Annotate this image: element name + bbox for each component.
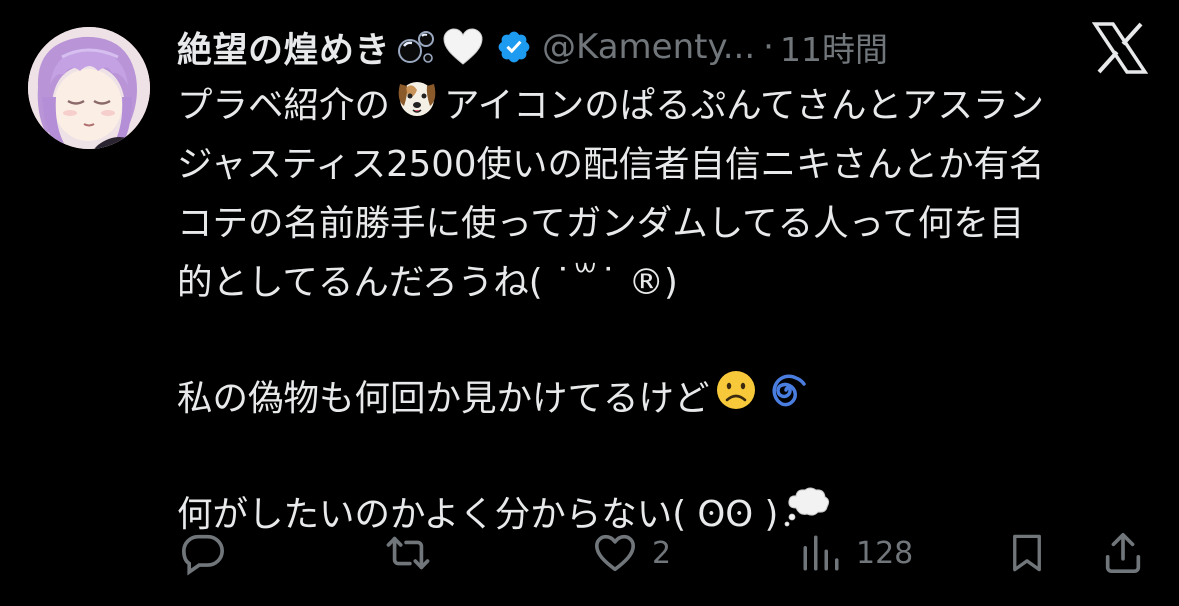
- views-button[interactable]: 128: [800, 525, 913, 581]
- tweet-card[interactable]: 絶望の煌めき @Kamenty... · 11時間 プラベ紹介の アイコンのぱる…: [0, 0, 1179, 606]
- views-count: 128: [856, 535, 914, 571]
- tweet-line-1-text-a: プラベ紹介の: [177, 85, 391, 126]
- share-button[interactable]: [1100, 525, 1146, 581]
- action-bar: 2 128: [0, 525, 1179, 581]
- reply-button[interactable]: [180, 525, 226, 581]
- tweet-line-5: 私の偽物も何回か見かけてるけど: [177, 369, 1157, 428]
- retweet-icon: [386, 536, 430, 570]
- tweet-line-2: ジャスティス2500使いの配信者自信ニキさんとか有名: [177, 144, 1045, 185]
- bubbles-emoji: [396, 27, 436, 67]
- avatar[interactable]: [28, 27, 150, 149]
- timestamp[interactable]: 11時間: [780, 23, 888, 71]
- dog-face-emoji: [394, 74, 440, 138]
- frowning-face-emoji: [714, 368, 758, 430]
- header-separator: ·: [763, 27, 774, 67]
- bookmark-icon: [1013, 534, 1041, 572]
- avatar-image: [28, 27, 150, 149]
- views-icon: [803, 535, 839, 571]
- user-handle[interactable]: @Kamenty...: [542, 27, 755, 67]
- tweet-line-1: プラベ紹介の アイコンのぱるぷんてさんとアスラン: [177, 76, 1157, 135]
- tweet-line-4: 的としてるんだろうね( ˙꒳˙ ®): [177, 262, 678, 303]
- tweet-line-5-text: 私の偽物も何回か見かけてるけど: [177, 378, 710, 419]
- tweet-text: プラベ紹介の アイコンのぱるぷんてさんとアスラン ジャスティス2500使いの配信…: [177, 76, 1157, 544]
- reply-icon: [182, 534, 224, 576]
- verified-badge-icon[interactable]: [496, 29, 532, 65]
- like-count: 2: [652, 535, 672, 571]
- tweet-header: 絶望の煌めき @Kamenty... · 11時間: [177, 20, 1017, 74]
- like-button[interactable]: 2: [592, 525, 671, 581]
- display-name[interactable]: 絶望の煌めき: [177, 22, 390, 73]
- tweet-line-3: コテの名前勝手に使ってガンダムしてる人って何を目: [177, 203, 1025, 244]
- heart-icon: [594, 534, 636, 572]
- tweet-line-1-text-b: アイコンのぱるぷんてさんとアスラン: [444, 85, 1044, 126]
- share-icon: [1105, 532, 1141, 574]
- x-logo-icon: [1091, 22, 1149, 74]
- bookmark-button[interactable]: [1006, 525, 1048, 581]
- retweet-button[interactable]: [384, 525, 432, 581]
- cyclone-emoji: [766, 368, 810, 430]
- white-heart-emoji: [442, 27, 484, 67]
